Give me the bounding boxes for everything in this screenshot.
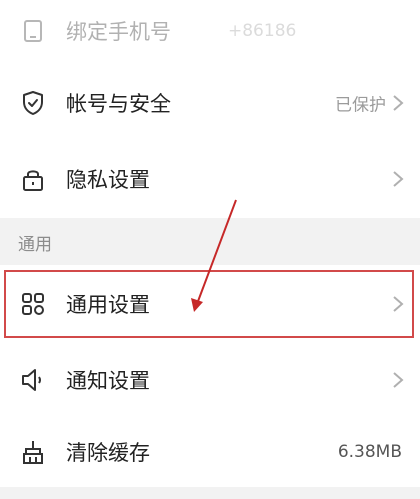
settings-row-notification[interactable]: 通知设置 bbox=[0, 341, 420, 419]
settings-row-bind-phone[interactable]: 绑定手机号 +86186 bbox=[0, 0, 420, 70]
security-status-value: 已保护 bbox=[335, 95, 386, 116]
settings-row-account-security[interactable]: 帐号与安全 已保护 bbox=[0, 64, 420, 142]
chevron-right-icon bbox=[392, 170, 404, 188]
shield-icon bbox=[20, 90, 46, 116]
bottom-divider bbox=[0, 487, 420, 499]
settings-row-label: 绑定手机号 bbox=[66, 20, 171, 44]
chevron-right-icon bbox=[392, 94, 404, 112]
settings-row-label: 帐号与安全 bbox=[66, 92, 171, 116]
cache-size-value: 6.38MB bbox=[337, 442, 402, 462]
chevron-right-icon bbox=[392, 371, 404, 389]
lock-icon bbox=[20, 166, 46, 192]
phone-icon bbox=[20, 18, 46, 44]
settings-row-label: 隐私设置 bbox=[66, 168, 150, 192]
settings-row-label: 清除缓存 bbox=[66, 441, 150, 465]
settings-row-clear-cache[interactable]: 清除缓存 6.38MB bbox=[0, 413, 420, 491]
settings-row-privacy[interactable]: 隐私设置 bbox=[0, 140, 420, 218]
highlight-box bbox=[4, 270, 414, 338]
broom-icon bbox=[20, 439, 46, 465]
speaker-icon bbox=[20, 367, 46, 393]
settings-row-label: 通知设置 bbox=[66, 369, 150, 393]
section-title-general: 通用 bbox=[18, 235, 52, 255]
phone-number-value: +86186 bbox=[228, 21, 297, 41]
